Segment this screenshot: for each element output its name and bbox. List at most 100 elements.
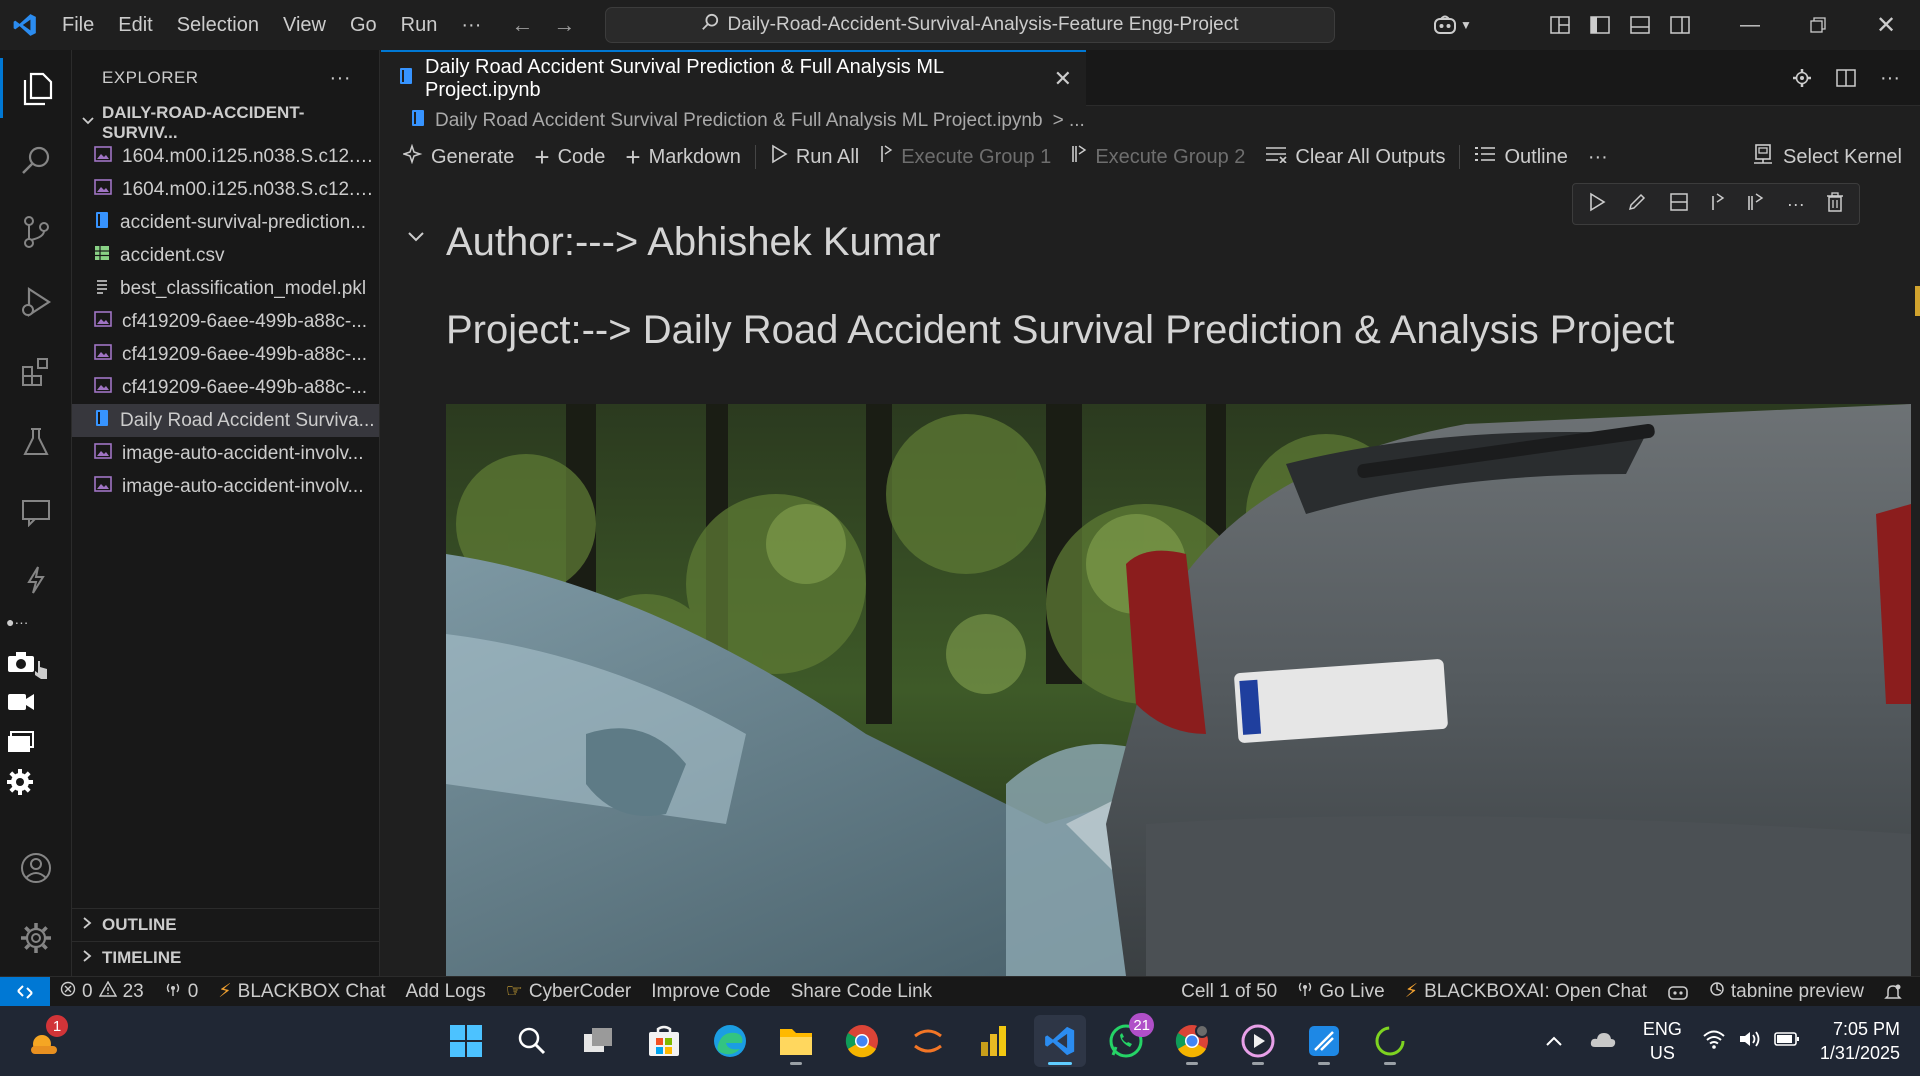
run-all-button[interactable]: Run All xyxy=(760,136,869,178)
execute-group-1-button[interactable]: Execute Group 1 xyxy=(869,136,1061,178)
menu-file[interactable]: File xyxy=(50,0,106,50)
wifi-icon[interactable] xyxy=(1696,1029,1732,1054)
menu-run[interactable]: Run xyxy=(389,0,450,50)
explorer-more-icon[interactable]: ··· xyxy=(330,67,351,90)
menu-view[interactable]: View xyxy=(271,0,338,50)
generate-button[interactable]: Generate xyxy=(393,136,524,178)
share-code-link-button[interactable]: Share Code Link xyxy=(781,981,943,1003)
snipping-tool-icon[interactable] xyxy=(1298,1015,1350,1067)
file-item[interactable]: accident-survival-prediction... xyxy=(72,206,379,239)
screenshot-camera-icon[interactable] xyxy=(0,642,72,682)
ext-dots-icon[interactable]: ●··· xyxy=(0,610,72,634)
weather-widget-icon[interactable]: 1 xyxy=(18,1015,70,1067)
file-item[interactable]: cf419209-6aee-499b-a88c-... xyxy=(72,305,379,338)
battery-icon[interactable] xyxy=(1768,1031,1806,1052)
outline-section[interactable]: OUTLINE xyxy=(72,908,380,941)
outline-button[interactable]: Outline xyxy=(1464,136,1577,178)
copilot-status-icon[interactable] xyxy=(1657,983,1699,1001)
run-debug-icon[interactable] xyxy=(0,272,72,332)
breadcrumb-file[interactable]: Daily Road Accident Survival Prediction … xyxy=(435,110,1043,132)
file-item[interactable]: best_classification_model.pkl xyxy=(72,272,379,305)
accounts-icon[interactable] xyxy=(0,838,72,898)
tabnine-button[interactable]: tabnine preview xyxy=(1699,981,1874,1003)
blackbox-bolt-icon[interactable] xyxy=(0,550,72,610)
power-bi-icon[interactable] xyxy=(968,1015,1020,1067)
menu-more[interactable]: ··· xyxy=(449,0,493,50)
add-code-cell-button[interactable]: + Code xyxy=(524,136,615,178)
toggle-secondary-sidebar-icon[interactable] xyxy=(1660,0,1700,50)
close-tab-icon[interactable]: ✕ xyxy=(1054,66,1072,92)
volume-icon[interactable] xyxy=(1732,1029,1768,1054)
execute-above-icon[interactable] xyxy=(1710,192,1726,217)
blackboxai-open-chat-button[interactable]: ⚡ BLACKBOXAI: Open Chat xyxy=(1395,980,1657,1003)
delete-trash-icon[interactable] xyxy=(1826,191,1844,217)
chat-icon[interactable] xyxy=(0,482,72,542)
language-indicator[interactable]: ENG US xyxy=(1629,1017,1696,1065)
capture-settings-icon[interactable] xyxy=(0,762,72,802)
menu-selection[interactable]: Selection xyxy=(165,0,271,50)
video-record-icon[interactable] xyxy=(0,682,72,722)
cybercoder-button[interactable]: ☞ CyberCoder xyxy=(496,980,641,1003)
menu-edit[interactable]: Edit xyxy=(106,0,164,50)
file-item[interactable]: accident.csv xyxy=(72,239,379,272)
onedrive-cloud-icon[interactable] xyxy=(1577,1029,1629,1054)
testing-flask-icon[interactable] xyxy=(0,412,72,472)
whatsapp-icon[interactable]: 21 xyxy=(1100,1013,1154,1067)
workspace-folder[interactable]: DAILY-ROAD-ACCIDENT-SURVIV... xyxy=(72,103,379,142)
search-icon[interactable] xyxy=(0,130,72,190)
add-logs-button[interactable]: Add Logs xyxy=(395,981,495,1003)
media-player-icon[interactable] xyxy=(1232,1015,1284,1067)
task-view-icon[interactable] xyxy=(572,1015,624,1067)
select-kernel-button[interactable]: Select Kernel xyxy=(1753,136,1902,178)
toggle-primary-sidebar-icon[interactable] xyxy=(1580,0,1620,50)
window-capture-icon[interactable] xyxy=(0,722,72,762)
forward-arrow-icon[interactable]: → xyxy=(543,12,585,38)
file-item[interactable]: Daily Road Accident Surviva... xyxy=(72,404,379,437)
remote-indicator-icon[interactable] xyxy=(0,976,50,1007)
split-editor-icon[interactable] xyxy=(1826,53,1866,103)
improve-code-button[interactable]: Improve Code xyxy=(641,981,780,1003)
vscode-taskbar-icon[interactable] xyxy=(1034,1015,1086,1067)
notebook-settings-gear-icon[interactable] xyxy=(1782,53,1822,103)
clock[interactable]: 7:05 PM 1/31/2025 xyxy=(1806,1017,1920,1065)
tab-notebook[interactable]: Daily Road Accident Survival Prediction … xyxy=(381,50,1086,106)
edit-pencil-icon[interactable] xyxy=(1627,192,1647,217)
explorer-icon[interactable] xyxy=(0,58,72,118)
blackbox-chat-button[interactable]: ⚡ BLACKBOX Chat xyxy=(208,980,395,1003)
menu-go[interactable]: Go xyxy=(338,0,389,50)
file-item[interactable]: cf419209-6aee-499b-a88c-... xyxy=(72,338,379,371)
editor-more-icon[interactable]: ··· xyxy=(1870,53,1910,103)
ports-indicator[interactable]: 0 xyxy=(154,981,209,1003)
chrome-profile-icon[interactable] xyxy=(1166,1015,1218,1067)
jupyter-icon[interactable] xyxy=(902,1015,954,1067)
execute-below-icon[interactable] xyxy=(1747,192,1765,217)
restore-icon[interactable] xyxy=(1784,0,1852,50)
clear-all-outputs-button[interactable]: Clear All Outputs xyxy=(1255,136,1455,178)
manage-gear-icon[interactable] xyxy=(0,908,72,968)
customize-layout-icon[interactable] xyxy=(1540,0,1580,50)
minimize-icon[interactable]: — xyxy=(1716,0,1784,50)
edge-browser-icon[interactable] xyxy=(704,1015,756,1067)
split-cell-icon[interactable] xyxy=(1669,192,1689,217)
add-markdown-cell-button[interactable]: + Markdown xyxy=(615,136,750,178)
toggle-panel-icon[interactable] xyxy=(1620,0,1660,50)
file-item[interactable]: cf419209-6aee-499b-a88c-... xyxy=(72,371,379,404)
toolbar-more-button[interactable]: ··· xyxy=(1578,136,1618,178)
close-window-icon[interactable]: ✕ xyxy=(1852,0,1920,50)
execute-group-2-button[interactable]: Execute Group 2 xyxy=(1061,136,1255,178)
start-windows-icon[interactable] xyxy=(440,1015,492,1067)
chrome-browser-icon[interactable] xyxy=(836,1015,888,1067)
file-item[interactable]: 1604.m00.i125.n038.S.c12.3... xyxy=(72,173,379,206)
file-item[interactable]: image-auto-accident-involv... xyxy=(72,437,379,470)
cell-more-icon[interactable]: ··· xyxy=(1787,194,1805,215)
collapse-cell-chevron-icon[interactable] xyxy=(407,230,425,249)
microsoft-store-icon[interactable] xyxy=(638,1015,690,1067)
copilot-icon[interactable]: ▼ xyxy=(1424,0,1480,50)
file-item[interactable]: 1604.m00.i125.n038.S.c12.3... xyxy=(72,140,379,173)
extensions-icon[interactable] xyxy=(0,342,72,402)
back-arrow-icon[interactable]: ← xyxy=(501,12,543,38)
timeline-section[interactable]: TIMELINE xyxy=(72,941,380,974)
execute-cell-icon[interactable] xyxy=(1588,192,1606,217)
breadcrumb[interactable]: Daily Road Accident Survival Prediction … xyxy=(381,106,1920,136)
file-item[interactable]: image-auto-accident-involv... xyxy=(72,470,379,503)
